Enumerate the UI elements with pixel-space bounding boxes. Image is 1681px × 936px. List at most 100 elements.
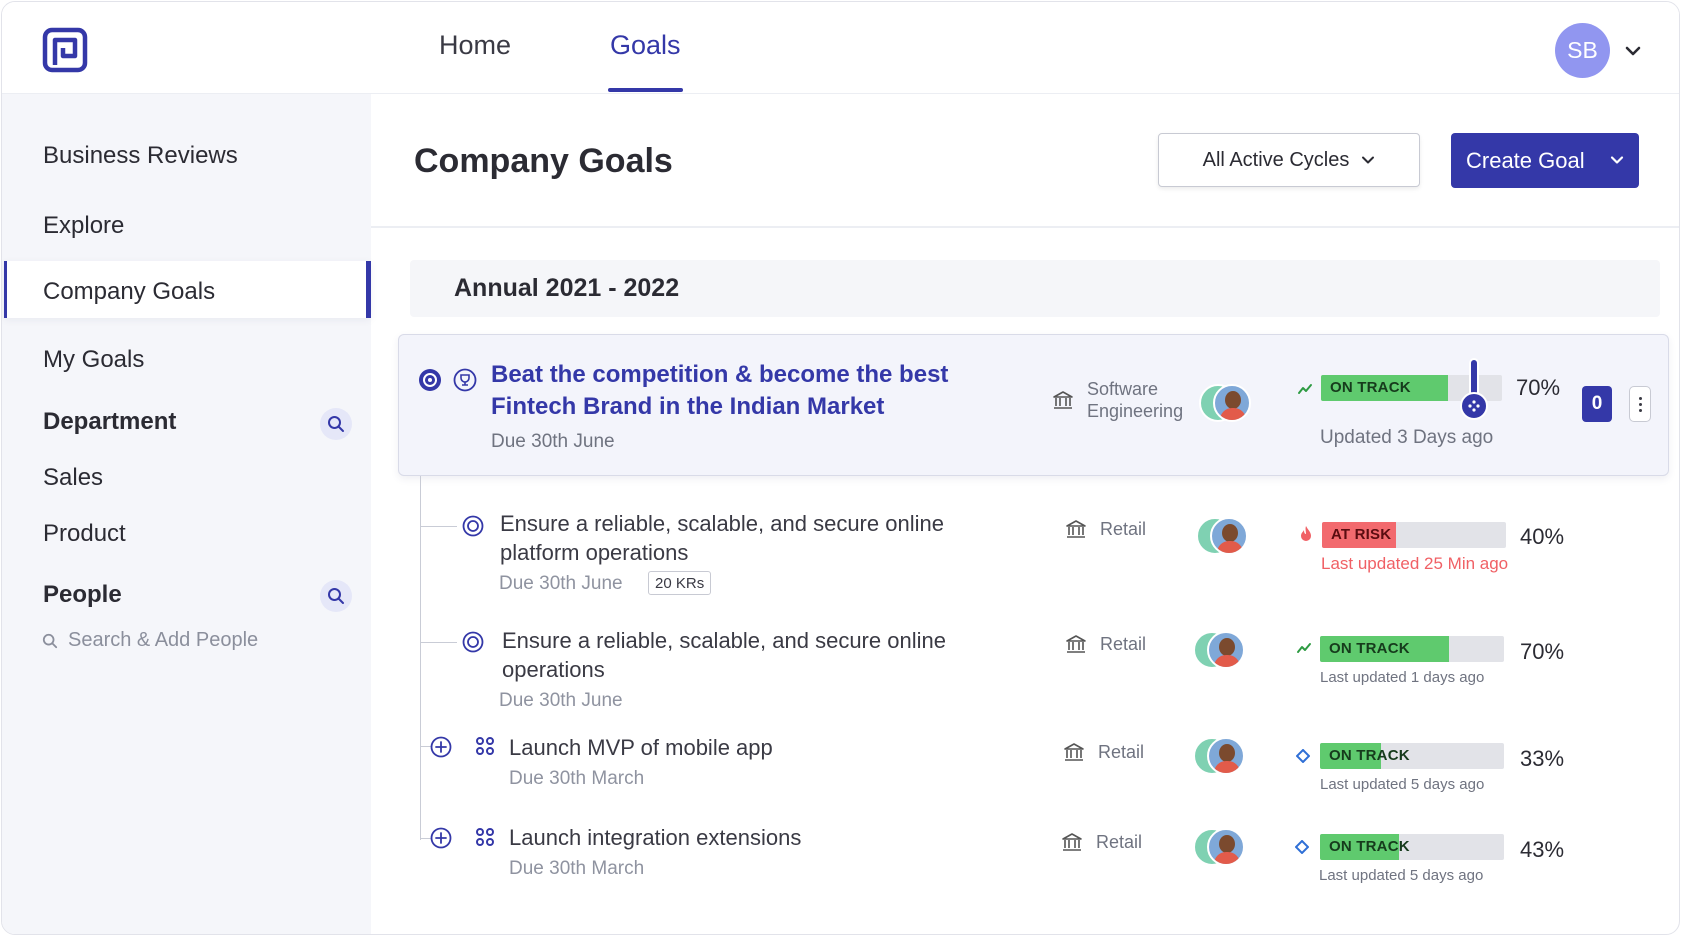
cycle-filter-dropdown[interactable]: All Active Cycles [1158, 133, 1420, 187]
sub-goal-team: Retail [1064, 632, 1146, 656]
status-badge: ON TRACK [1330, 379, 1411, 396]
sidebar-item-my-goals[interactable]: My Goals [43, 346, 144, 374]
sub-goal-owners-avatars[interactable] [1193, 737, 1249, 775]
bank-icon [1066, 635, 1086, 653]
sub-goal-owners-avatars[interactable] [1193, 631, 1249, 669]
page-title: Company Goals [414, 142, 673, 180]
people-search-button[interactable] [320, 580, 352, 612]
status-badge: ON TRACK [1329, 838, 1410, 855]
bank-icon [1064, 743, 1084, 761]
chevron-down-icon[interactable] [1609, 152, 1625, 168]
nav-goals[interactable]: Goals [608, 30, 683, 94]
status-badge: ON TRACK [1329, 747, 1410, 764]
tree-connector [420, 642, 457, 643]
tree-connector [420, 476, 421, 840]
create-goal-button[interactable]: Create Goal [1451, 133, 1639, 188]
goal-due-date: Due 30th June [491, 431, 615, 452]
goal-team-label: Software Engineering [1087, 379, 1184, 421]
search-icon [328, 416, 344, 432]
divider [371, 226, 1679, 228]
sub-goal-due-date: Due 30th June [499, 573, 623, 594]
sub-goal-title[interactable]: Ensure a reliable, scalable, and secure … [500, 509, 1020, 567]
sub-goal-status-bar: ON TRACK [1320, 743, 1504, 769]
cycle-header-label: Annual 2021 - 2022 [454, 274, 680, 302]
sub-goal-updated: Last updated 5 days ago [1319, 867, 1484, 884]
app-window: Home Goals SB Business Reviews Explore C… [1, 1, 1680, 935]
status-badge: AT RISK [1331, 526, 1392, 543]
sub-goal-updated: Last updated 1 days ago [1320, 669, 1485, 686]
sub-goal-team-label: Retail [1100, 634, 1147, 654]
chevron-down-icon [1362, 156, 1375, 164]
sub-goal-owners-avatars[interactable] [1193, 828, 1249, 866]
sub-goal-team: Retail [1060, 830, 1142, 854]
cycle-header[interactable]: Annual 2021 - 2022 [410, 260, 1660, 317]
sub-goal-title[interactable]: Launch MVP of mobile app [509, 733, 929, 762]
diamond-icon [1293, 746, 1313, 766]
sub-goal-team-label: Retail [1100, 519, 1147, 539]
trend-up-icon [1295, 379, 1315, 399]
department-search-button[interactable] [320, 408, 352, 440]
plus-circle-icon[interactable] [430, 736, 452, 758]
target-icon[interactable] [462, 631, 484, 653]
avatar [1207, 631, 1245, 669]
sub-goal-progress-percent: 70% [1520, 639, 1565, 664]
avatar [1207, 737, 1245, 775]
sub-goal-progress-percent: 40% [1520, 524, 1565, 549]
avatar [1213, 384, 1251, 422]
sub-goal-team-label: Retail [1098, 742, 1145, 762]
bank-icon [1062, 833, 1082, 851]
goal-title[interactable]: Beat the competition & become the best F… [491, 359, 1031, 423]
sub-goal-due-date: Due 30th June [499, 690, 623, 711]
plus-circle-icon[interactable] [430, 827, 452, 849]
sub-goal-status-bar: ON TRACK [1320, 834, 1504, 860]
sidebar-item-business-reviews[interactable]: Business Reviews [43, 142, 238, 170]
sidebar: Business Reviews Explore Company Goals M… [2, 94, 371, 934]
target-icon[interactable] [462, 515, 484, 537]
sidebar-heading-people: People [43, 581, 122, 608]
user-avatar[interactable]: SB [1555, 23, 1610, 78]
search-icon [42, 633, 58, 648]
sub-goal-updated: Last updated 5 days ago [1320, 776, 1485, 793]
diamond-icon [1292, 837, 1312, 857]
grid-icon [476, 828, 494, 846]
target-icon[interactable] [418, 368, 442, 392]
sidebar-item-explore[interactable]: Explore [43, 212, 124, 240]
sub-goal-due-date: Due 30th March [509, 858, 645, 879]
sidebar-item-product[interactable]: Product [43, 520, 126, 548]
cycle-filter-label: All Active Cycles [1202, 148, 1350, 171]
sub-goal-status-bar: AT RISK [1322, 522, 1506, 548]
sidebar-item-sales[interactable]: Sales [43, 464, 103, 492]
nav-home[interactable]: Home [439, 30, 511, 94]
fire-icon [1296, 524, 1316, 544]
grid-icon [476, 737, 494, 755]
search-icon [328, 588, 344, 604]
avatar [1210, 517, 1248, 555]
sub-goal-team: Retail [1062, 740, 1144, 764]
sub-goal-team-label: Retail [1096, 832, 1143, 852]
people-search-input[interactable]: Search & Add People [42, 629, 258, 652]
chevron-down-icon[interactable] [1624, 42, 1642, 60]
bank-icon [1053, 391, 1073, 409]
logo-icon[interactable] [42, 27, 88, 73]
sub-goal-status-bar: ON TRACK [1320, 636, 1504, 662]
sidebar-heading-department: Department [43, 408, 177, 435]
progress-slider-handle[interactable] [1460, 358, 1488, 422]
kebab-icon[interactable] [1629, 386, 1651, 422]
sub-goal-due-date: Due 30th March [509, 768, 645, 789]
goal-owners-avatars[interactable] [1199, 384, 1255, 422]
sub-goal-title[interactable]: Launch integration extensions [509, 823, 929, 852]
goal-count-badge[interactable]: 0 [1582, 386, 1612, 422]
trophy-icon [453, 368, 477, 392]
sub-goal-title[interactable]: Ensure a reliable, scalable, and secure … [502, 626, 962, 684]
sub-goal-progress-percent: 43% [1520, 837, 1565, 862]
sub-goal-progress-percent: 33% [1520, 746, 1565, 771]
status-badge: ON TRACK [1329, 640, 1410, 657]
avatar [1207, 828, 1245, 866]
sidebar-item-company-goals[interactable]: Company Goals [43, 278, 215, 306]
goal-team: Software Engineering [1051, 378, 1187, 422]
goal-progress-percent: 70% [1516, 375, 1561, 400]
trend-up-icon [1294, 638, 1314, 658]
sub-goal-owners-avatars[interactable] [1196, 517, 1252, 555]
top-bar: Home Goals SB [2, 2, 1679, 94]
kr-count-badge[interactable]: 20 KRs [648, 571, 712, 595]
